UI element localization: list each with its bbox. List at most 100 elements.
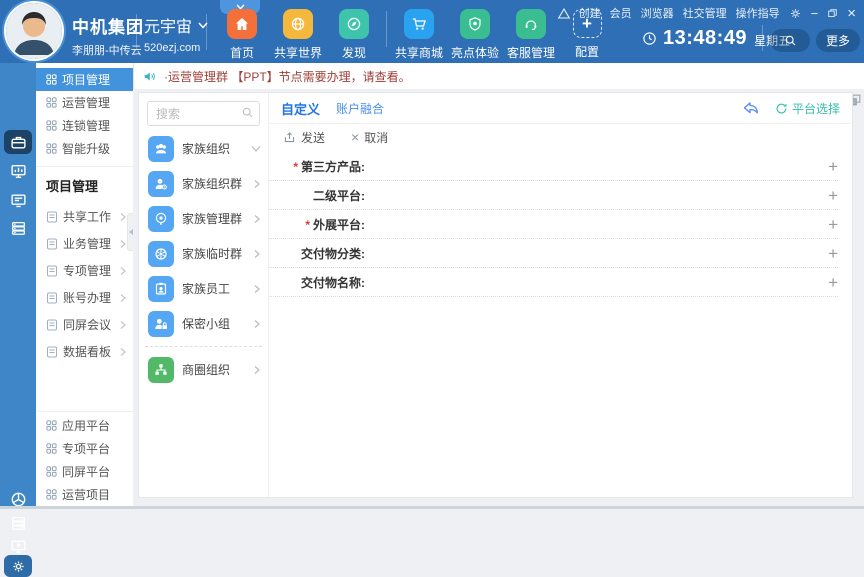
sidebar-item-smart-upgrade[interactable]: 智能升级 (36, 137, 133, 160)
add-button[interactable]: + (828, 245, 838, 262)
sidebar-item-operations[interactable]: 运营管理 (36, 91, 133, 114)
search-icon (241, 106, 254, 119)
sidebar-item-screen-platform[interactable]: 同屏平台 (36, 460, 133, 483)
search-button[interactable] (770, 29, 810, 52)
group-item-family-temp-group[interactable]: 家族临时群 (139, 236, 268, 271)
rail-item-settings[interactable] (0, 555, 36, 577)
rail-item-screen-share[interactable] (0, 538, 36, 555)
tab-custom[interactable]: 自定义 (281, 99, 320, 118)
link-create[interactable]: 创建 (579, 5, 601, 21)
server-icon (10, 220, 27, 237)
rail-item-dashboard[interactable] (0, 163, 36, 180)
document-icon (46, 346, 58, 358)
group-item-family-org[interactable]: 家族组织 (139, 131, 268, 166)
close-icon: × (351, 130, 359, 144)
add-button[interactable]: + (828, 158, 838, 175)
form-fields: *第三方产品: + 二级平台: + *外展平台: + 交付物分类: + 交付物名… (269, 150, 852, 297)
screen-share-icon (10, 538, 27, 555)
rail-item-projects[interactable] (0, 130, 36, 154)
divider (145, 346, 262, 347)
avatar[interactable] (6, 3, 62, 59)
sidebar-item-chain[interactable]: 连锁管理 (36, 114, 133, 137)
notification-text: ·运营管理群 【PPT】节点需要办理，请查看。 (164, 68, 411, 85)
notification-bar[interactable]: ·运营管理群 【PPT】节点需要办理，请查看。 (133, 63, 864, 90)
nav-item-home[interactable]: 首页 (214, 9, 270, 61)
group-item-family-admin-group[interactable]: 家族管理群 (139, 201, 268, 236)
sidebar-item-special-platform[interactable]: 专项平台 (36, 437, 133, 460)
add-button[interactable]: + (828, 274, 838, 291)
minimize-button[interactable]: − (811, 7, 819, 20)
sidebar-item-data-board[interactable]: 数据看板 (36, 338, 133, 365)
document-icon (46, 211, 58, 223)
group-item-family-staff[interactable]: 家族员工 (139, 271, 268, 306)
divider (762, 25, 763, 51)
gear-icon[interactable] (789, 7, 802, 20)
nav-item-discover[interactable]: 发现 (326, 9, 382, 61)
send-button[interactable]: 发送 (283, 129, 325, 146)
add-button[interactable]: + (828, 216, 838, 233)
chevron-right-icon (253, 284, 261, 294)
link-guide[interactable]: 操作指导 (736, 5, 780, 21)
sidebar-item-shared-work[interactable]: 共享工作 (36, 203, 133, 230)
chevron-right-icon (119, 293, 127, 303)
more-button[interactable]: 更多 (816, 29, 860, 52)
company-name: 中机集团 (72, 13, 144, 38)
tab-account-merge[interactable]: 账户融合 (336, 100, 384, 117)
globe-icon (290, 16, 306, 32)
time-text: 13:48:49 (663, 27, 747, 50)
person-gear-icon (153, 176, 169, 192)
search-icon (784, 34, 797, 47)
group-item-business-circle[interactable]: 商圈组织 (139, 352, 268, 387)
document-icon (46, 238, 58, 250)
refresh-circle-icon (775, 102, 788, 115)
rail-item-stack[interactable] (0, 515, 36, 532)
share-back-icon[interactable] (743, 102, 759, 115)
sidebar-item-meeting[interactable]: 同屏会议 (36, 311, 133, 338)
cancel-button[interactable]: × 取消 (351, 129, 388, 146)
grid-icon (46, 97, 57, 108)
org-chart-icon (153, 362, 169, 378)
grid-icon (46, 466, 57, 477)
chevron-right-icon (253, 179, 261, 189)
link-browser[interactable]: 浏览器 (641, 5, 674, 21)
sidebar-item-project-mgmt[interactable]: 项目管理 (36, 68, 133, 91)
person-lock-icon (153, 316, 169, 332)
link-member[interactable]: 会员 (610, 5, 632, 21)
sidebar-item-operation-project[interactable]: 运营项目 (36, 483, 133, 506)
platform-select-button[interactable]: 平台选择 (775, 100, 840, 117)
sidebar-item-business[interactable]: 业务管理 (36, 230, 133, 257)
people-group-icon (153, 141, 169, 157)
world-switcher[interactable]: 元宇宙 520ezj.com (144, 13, 208, 54)
home-icon (234, 16, 250, 32)
grid-icon (46, 443, 57, 454)
link-social[interactable]: 社交管理 (683, 5, 727, 21)
rail-item-server[interactable] (0, 220, 36, 237)
clock: 13:48:49 星期五 (642, 27, 790, 50)
chevron-right-icon (253, 365, 261, 375)
avatar-photo (6, 3, 62, 59)
group-list-panel: 家族组织 家族组织群 家族管理群 (139, 93, 269, 497)
add-button[interactable]: + (828, 187, 838, 204)
group-item-family-org-group[interactable]: 家族组织群 (139, 166, 268, 201)
group-item-secret-team[interactable]: 保密小组 (139, 306, 268, 341)
document-icon (46, 292, 58, 304)
field-external-platform: *外展平台: + (269, 210, 838, 239)
upload-icon (283, 131, 296, 144)
company-block: 中机集团 李朋朋-中传云 (72, 13, 144, 58)
nav-item-service[interactable]: 客服管理 (503, 9, 559, 61)
sidebar-item-special[interactable]: 专项管理 (36, 257, 133, 284)
close-button[interactable]: × (847, 6, 856, 21)
chevron-down-icon (251, 145, 261, 153)
nav-item-shared-world[interactable]: 共享世界 (270, 9, 326, 61)
sidebar-item-account[interactable]: 账号办理 (36, 284, 133, 311)
nav-item-mall[interactable]: 共享商城 (391, 9, 447, 61)
restore-button[interactable] (827, 8, 838, 19)
sidebar-item-app-platform[interactable]: 应用平台 (36, 414, 133, 437)
speaker-icon (143, 70, 157, 83)
content-area: 家族组织 家族组织群 家族管理群 (133, 89, 864, 509)
monitor-icon (10, 192, 27, 209)
chevron-right-icon (253, 214, 261, 224)
nav-item-highlight[interactable]: 亮点体验 (447, 9, 503, 61)
rail-item-monitor[interactable] (0, 192, 36, 209)
server-stack-icon (10, 515, 27, 532)
